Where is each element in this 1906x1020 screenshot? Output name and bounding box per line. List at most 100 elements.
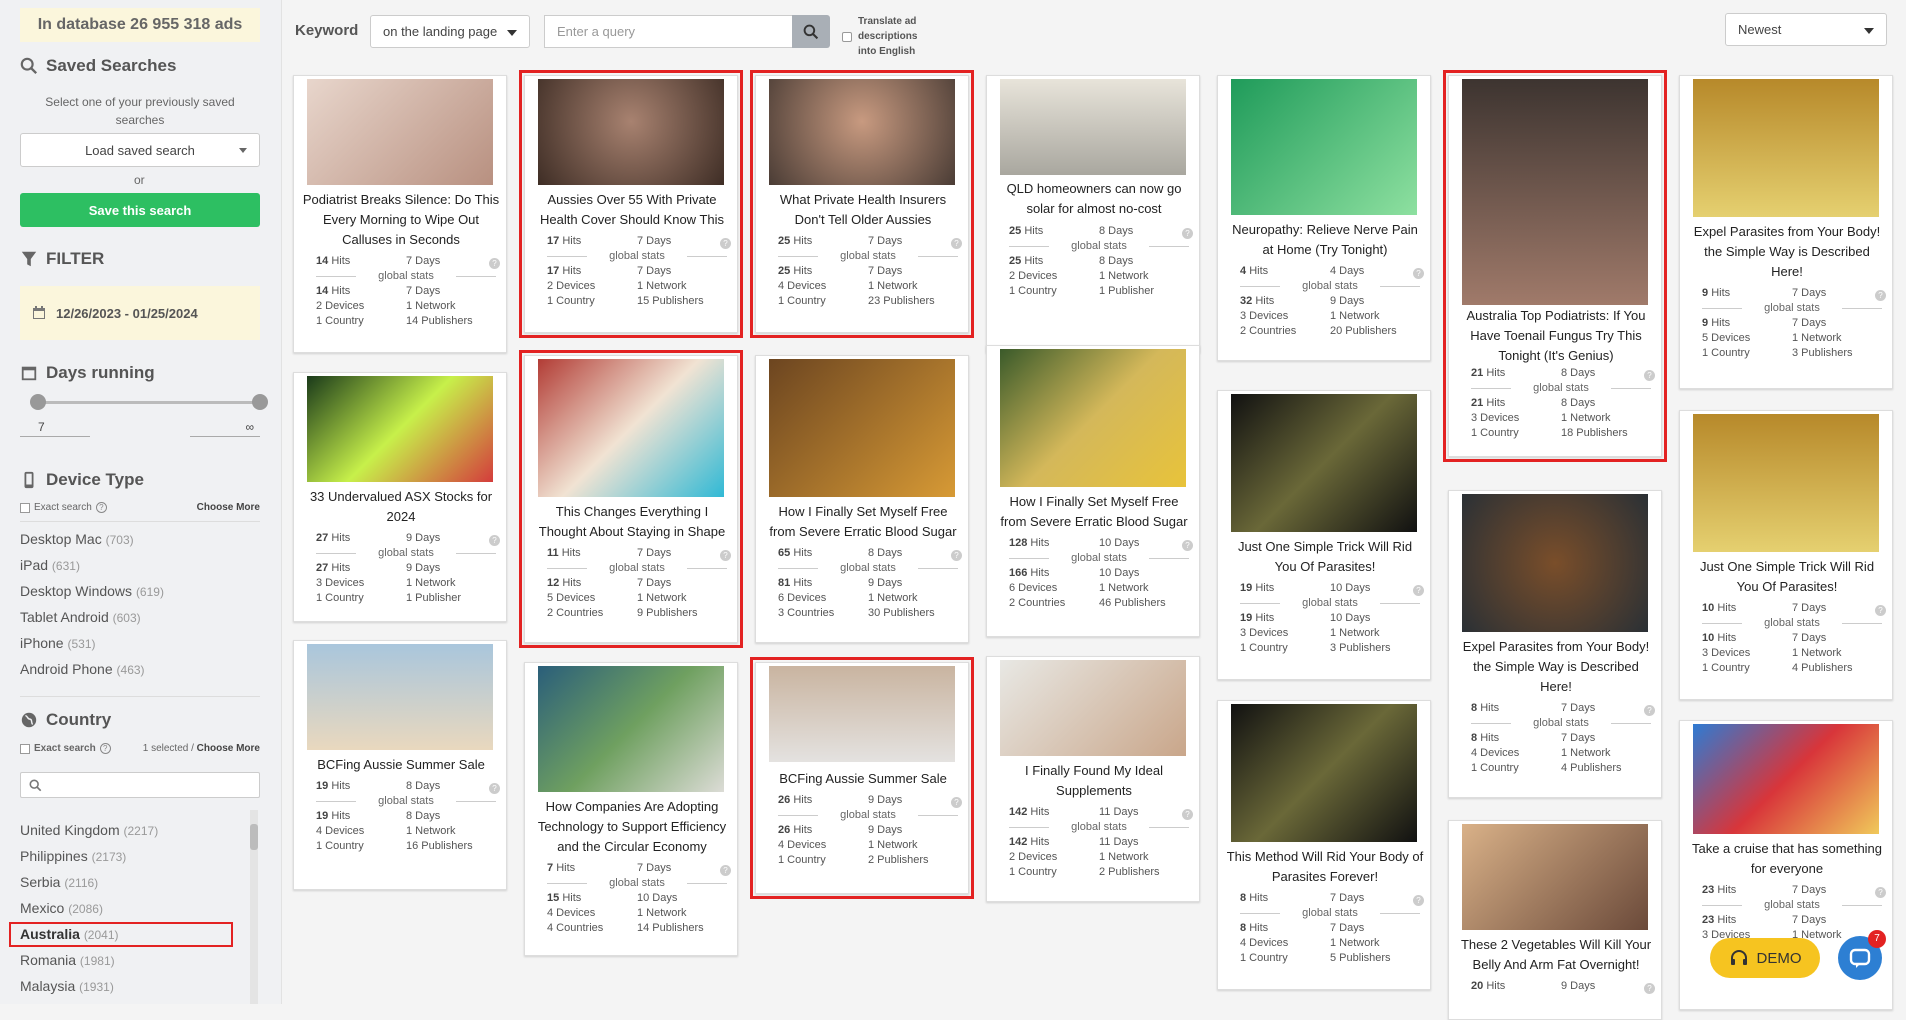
country-item[interactable]: Mexico (2086) [20,900,103,916]
funnel-icon [21,251,37,267]
ad-title: Just One Simple Trick Will Rid You Of Pa… [1237,539,1413,574]
country-item[interactable]: United Kingdom (2217) [20,822,158,838]
days-slider-track[interactable] [30,394,268,410]
demo-button[interactable]: DEMO [1710,938,1820,978]
ad-stats: 17 Hits 7 Days global stats 17 Hits 7 Days 2 … [547,234,727,309]
ad-card[interactable]: Expel Parasites from Your Body! the Simp… [1448,490,1662,798]
ad-card[interactable]: Aussies Over 55 With Private Health Cove… [519,70,743,338]
chevron-down-icon [239,148,247,153]
info-icon[interactable]: ? [489,535,500,546]
ad-title: Expel Parasites from Your Body! the Simp… [1462,639,1650,694]
ad-card[interactable]: Australia Top Podiatrists: If You Have T… [1443,70,1667,462]
days-max-input[interactable]: ∞ [190,420,260,437]
info-icon[interactable]: ? [1875,887,1886,898]
chat-button[interactable]: 7 [1838,930,1886,980]
ad-stats: 19 Hits 10 Days global stats 19 Hits 10 Days… [1240,581,1420,656]
ad-card[interactable]: This Changes Everything I Thought About … [519,350,743,648]
info-icon[interactable]: ? [951,238,962,249]
device-item[interactable]: Android Phone (463) [20,661,145,677]
info-icon[interactable]: ? [1644,370,1655,381]
info-icon[interactable]: ? [951,550,962,561]
ad-card[interactable]: How Companies Are Adopting Technology to… [524,662,738,956]
device-item[interactable]: iPhone (531) [20,635,96,651]
global-stats-label: global stats [316,794,496,809]
date-range-picker[interactable]: 12/26/2023 - 01/25/2024 [20,286,260,340]
ad-card[interactable]: What Private Health Insurers Don't Tell … [750,70,974,338]
keyword-scope-select[interactable]: on the landing page [370,15,530,48]
load-saved-search-dropdown[interactable]: Load saved search [20,133,260,167]
country-search-input[interactable] [20,772,260,798]
info-icon[interactable]: ? [1875,290,1886,301]
info-icon[interactable]: ? [720,238,731,249]
ad-card[interactable]: BCFing Aussie Summer Sale 19 Hits 8 Days gl… [293,640,507,890]
country-item[interactable]: Malaysia (1931) [20,978,114,994]
ad-stats: 26 Hits 9 Days global stats 26 Hits 9 Days 4 … [778,793,958,868]
ad-card[interactable]: QLD homeowners can now go solar for almo… [986,75,1200,353]
ad-card[interactable]: Neuropathy: Relieve Nerve Pain at Home (… [1217,75,1431,361]
country-item[interactable]: Romania (1981) [20,952,115,968]
sort-select[interactable]: Newest [1725,13,1887,46]
days-slider-min-handle[interactable] [30,394,46,410]
country-scrollbar-thumb[interactable] [250,824,258,850]
info-icon[interactable]: ? [1413,895,1424,906]
country-item[interactable]: Philippines (2173) [20,848,126,864]
days-min-input[interactable]: 7 [20,420,90,437]
ad-card[interactable]: Expel Parasites from Your Body! the Simp… [1679,75,1893,389]
ad-card[interactable]: This Method Will Rid Your Body of Parasi… [1217,700,1431,990]
device-item[interactable]: Tablet Android (603) [20,609,141,625]
ad-card[interactable]: BCFing Aussie Summer Sale 26 Hits 9 Days gl… [750,657,974,899]
info-icon[interactable]: ? [1182,228,1193,239]
toolbar: Keyword on the landing page Enter a quer… [282,0,1906,62]
ad-thumbnail [307,376,493,482]
translate-checkbox[interactable] [842,31,852,42]
translate-option[interactable]: Translate ad descriptions into English [842,14,938,59]
ad-card[interactable]: These 2 Vegetables Will Kill Your Belly … [1448,820,1662,1020]
global-stats-label: global stats [1009,551,1189,566]
device-exact-search-checkbox[interactable] [20,502,30,513]
ad-card[interactable]: I Finally Found My Ideal Supplements 142 … [986,656,1200,902]
device-item[interactable]: iPad (631) [20,557,80,573]
ad-card[interactable]: Just One Simple Trick Will Rid You Of Pa… [1217,390,1431,680]
days-running-title: Days running [20,363,155,383]
global-stats-label: global stats [1471,381,1651,396]
ad-stats: 142 Hits 11 Days global stats 142 Hits 11 Da… [1009,805,1189,880]
ad-stats: 10 Hits 7 Days global stats 10 Hits 7 Days 3 … [1702,601,1882,676]
device-item[interactable]: Desktop Mac (703) [20,531,134,547]
info-icon[interactable]: ? [720,865,731,876]
country-item[interactable]: Serbia (2116) [20,874,98,890]
info-icon[interactable]: ? [489,783,500,794]
device-item[interactable]: Desktop Windows (619) [20,583,164,599]
search-button[interactable] [792,15,830,48]
ad-title: BCFing Aussie Summer Sale [317,757,485,772]
ad-card[interactable]: Just One Simple Trick Will Rid You Of Pa… [1679,410,1893,700]
global-stats-label: global stats [1240,906,1420,921]
info-icon[interactable]: ? [1413,585,1424,596]
save-search-button[interactable]: Save this search [20,193,260,227]
info-icon[interactable]: ? [1413,268,1424,279]
info-icon[interactable]: ? [489,258,500,269]
ad-card[interactable]: 33 Undervalued ASX Stocks for 2024 27 Hit… [293,372,507,622]
info-icon[interactable]: ? [1644,705,1655,716]
ad-card[interactable]: Podiatrist Breaks Silence: Do This Every… [293,75,507,353]
global-stats-label: global stats [778,561,958,576]
country-exact-search-row: Exact search? 1 selected / Choose More [20,743,260,754]
device-choose-more-link[interactable]: Choose More [197,502,260,513]
info-icon[interactable]: ? [1182,809,1193,820]
country-exact-search-checkbox[interactable] [20,743,30,754]
ad-card[interactable]: How I Finally Set Myself Free from Sever… [986,345,1200,637]
info-icon[interactable]: ? [1644,983,1655,994]
saved-searches-hint: Select one of your previously saved sear… [45,95,235,127]
ad-stats: 11 Hits 7 Days global stats 12 Hits 7 Days 5 … [547,546,727,621]
days-slider-max-handle[interactable] [252,394,268,410]
info-icon[interactable]: ? [951,797,962,808]
notification-badge: 7 [1868,930,1886,948]
info-icon[interactable]: ? [720,550,731,561]
info-icon[interactable]: ? [1182,540,1193,551]
query-input[interactable]: Enter a query [544,15,794,48]
ad-stats: 25 Hits 7 Days global stats 25 Hits 7 Days 4 … [778,234,958,309]
country-choose-more-link[interactable]: Choose More [197,743,260,754]
ad-stats: 128 Hits 10 Days global stats 166 Hits 10 Da… [1009,536,1189,611]
ad-card[interactable]: How I Finally Set Myself Free from Sever… [755,355,969,643]
info-icon[interactable]: ? [1875,605,1886,616]
global-stats-label: global stats [1009,239,1189,254]
